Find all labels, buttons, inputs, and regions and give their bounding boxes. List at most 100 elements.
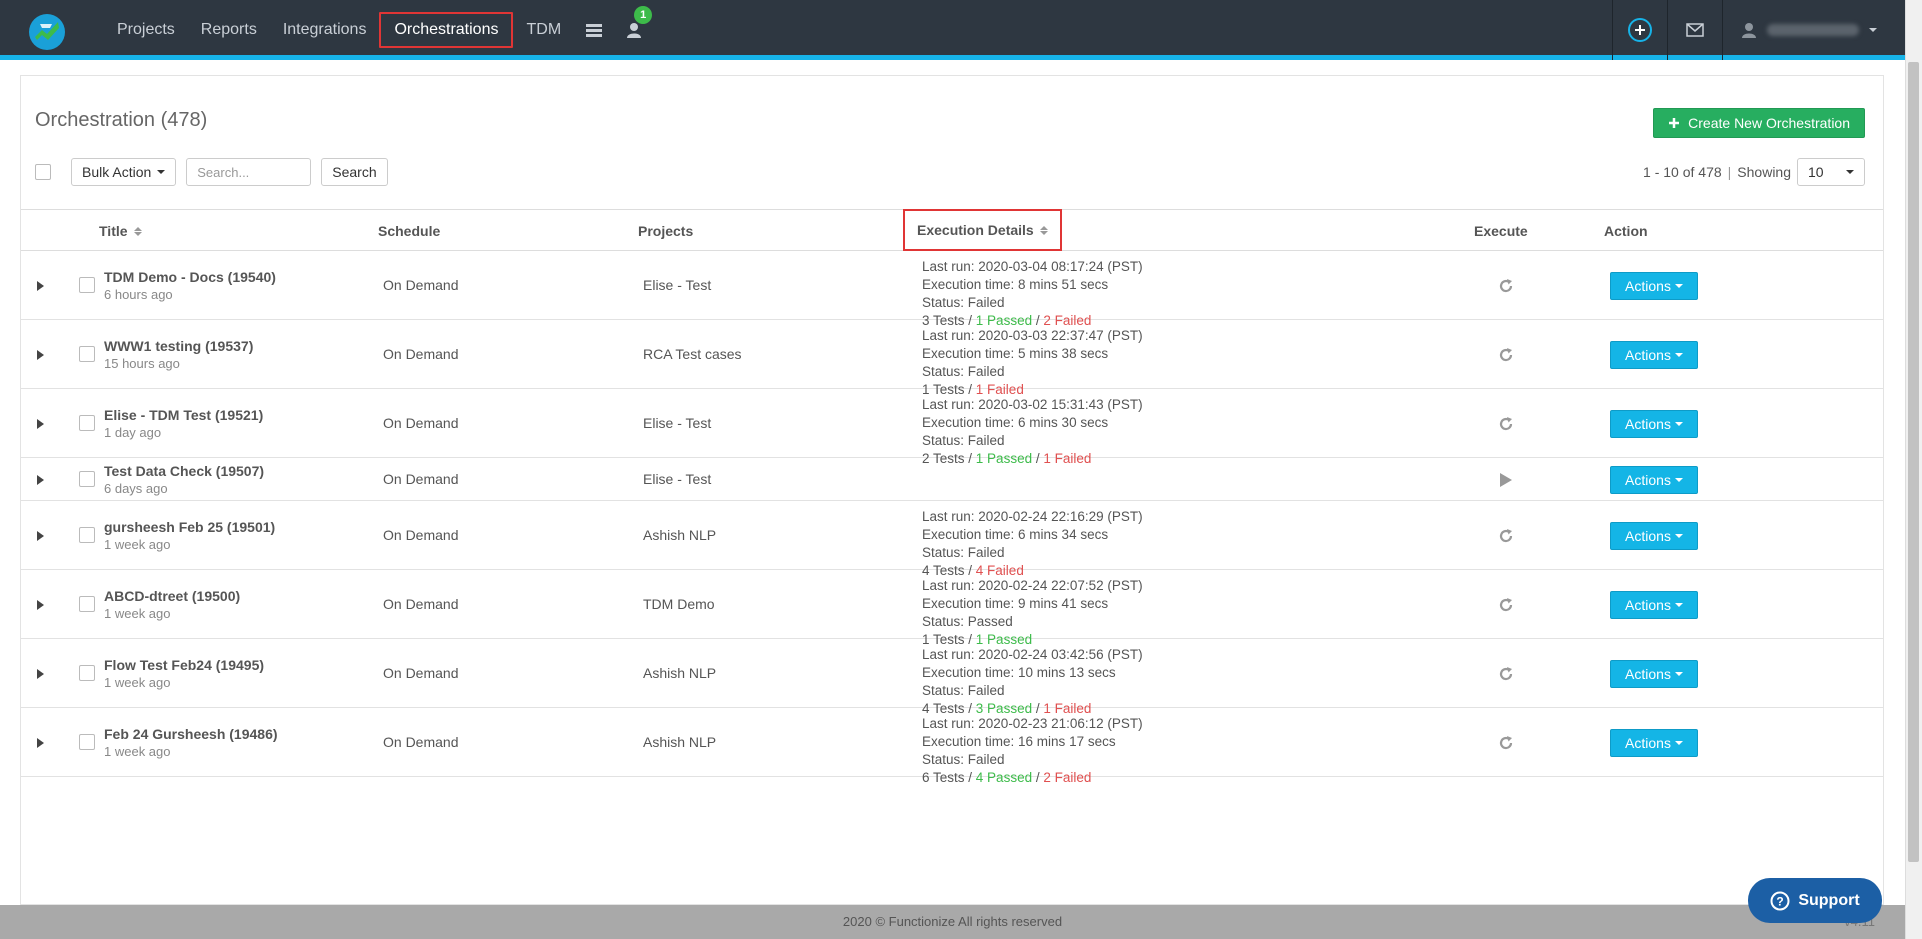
row-checkbox[interactable]	[79, 470, 95, 487]
orchestration-title[interactable]: Test Data Check (19507)	[104, 463, 264, 479]
execution-time: Execution time: 9 mins 41 secs	[922, 596, 1109, 611]
last-run: Last run: 2020-02-24 22:07:52 (PST)	[922, 578, 1143, 593]
column-title[interactable]: Title	[99, 223, 142, 239]
row-title-cell: TDM Demo - Docs (19540) 6 hours ago	[104, 269, 276, 302]
execution-status: Status: Failed	[922, 295, 1005, 310]
actions-dropdown-button[interactable]: Actions	[1610, 409, 1698, 438]
actions-label: Actions	[1625, 596, 1671, 613]
tests-count: 6 Tests	[922, 770, 965, 785]
play-icon[interactable]	[1495, 469, 1517, 491]
orchestration-title[interactable]: Elise - TDM Test (19521)	[104, 407, 263, 423]
refresh-icon[interactable]	[1495, 663, 1517, 685]
orchestration-title[interactable]: Feb 24 Gursheesh (19486)	[104, 726, 278, 742]
create-orchestration-button[interactable]: Create New Orchestration	[1653, 108, 1865, 138]
orchestration-age: 1 week ago	[104, 743, 171, 759]
orchestration-title[interactable]: WWW1 testing (19537)	[104, 338, 253, 354]
chevron-down-icon	[1869, 28, 1877, 32]
nav-projects[interactable]: Projects	[104, 12, 188, 48]
bulk-action-label: Bulk Action	[82, 164, 152, 180]
table-body: TDM Demo - Docs (19540) 6 hours ago On D…	[21, 251, 1883, 785]
expand-row-icon[interactable]	[37, 280, 44, 291]
refresh-icon[interactable]	[1495, 594, 1517, 616]
support-button[interactable]: ? Support	[1748, 878, 1882, 923]
actions-dropdown-button[interactable]: Actions	[1610, 521, 1698, 550]
project-cell: Elise - Test	[643, 276, 712, 293]
row-checkbox[interactable]	[79, 595, 95, 612]
notifications-user-icon[interactable]: 1	[614, 6, 654, 48]
expand-row-icon[interactable]	[37, 349, 44, 360]
actions-label: Actions	[1625, 665, 1671, 682]
add-button[interactable]	[1612, 0, 1667, 60]
refresh-icon[interactable]	[1495, 732, 1517, 754]
row-title-cell: Elise - TDM Test (19521) 1 day ago	[104, 407, 263, 440]
row-checkbox[interactable]	[79, 345, 95, 362]
page-scrollbar[interactable]	[1905, 0, 1922, 939]
functionize-logo[interactable]	[28, 13, 66, 51]
actions-dropdown-button[interactable]: Actions	[1610, 590, 1698, 619]
sort-icon	[1039, 225, 1048, 235]
row-checkbox[interactable]	[79, 276, 95, 293]
actions-dropdown-button[interactable]: Actions	[1610, 659, 1698, 688]
actions-dropdown-button[interactable]: Actions	[1610, 465, 1698, 494]
actions-dropdown-button[interactable]: Actions	[1610, 340, 1698, 369]
schedule-cell: On Demand	[383, 276, 459, 293]
last-run: Last run: 2020-03-02 15:31:43 (PST)	[922, 397, 1143, 412]
refresh-icon[interactable]	[1495, 344, 1517, 366]
execution-status: Status: Failed	[922, 545, 1005, 560]
passed-count[interactable]: 4 Passed	[976, 770, 1032, 785]
user-menu[interactable]	[1722, 0, 1905, 60]
actions-label: Actions	[1625, 277, 1671, 294]
row-title-cell: Test Data Check (19507) 6 days ago	[104, 463, 264, 496]
failed-count[interactable]: 2 Failed	[1043, 770, 1091, 785]
actions-dropdown-button[interactable]: Actions	[1610, 728, 1698, 757]
page-footer: 2020 © Functionize All rights reserved v…	[0, 905, 1905, 939]
expand-row-icon[interactable]	[37, 599, 44, 610]
refresh-icon[interactable]	[1495, 525, 1517, 547]
orchestration-title[interactable]: gursheesh Feb 25 (19501)	[104, 519, 275, 535]
search-button[interactable]: Search	[321, 158, 388, 186]
search-input[interactable]	[186, 158, 312, 186]
column-execution-details[interactable]: Execution Details	[903, 209, 1062, 251]
nav-tdm[interactable]: TDM	[513, 12, 574, 48]
orchestration-age: 1 week ago	[104, 674, 171, 690]
expand-row-icon[interactable]	[37, 474, 44, 485]
table-row: Flow Test Feb24 (19495) 1 week ago On De…	[21, 639, 1883, 716]
expand-row-icon[interactable]	[37, 418, 44, 429]
refresh-icon[interactable]	[1495, 413, 1517, 435]
last-run: Last run: 2020-02-24 03:42:56 (PST)	[922, 647, 1143, 662]
schedule-cell: On Demand	[383, 526, 459, 543]
support-label: Support	[1798, 891, 1860, 909]
orchestration-age: 15 hours ago	[104, 355, 180, 371]
schedule-cell: On Demand	[383, 470, 459, 487]
bulk-action-dropdown[interactable]: Bulk Action	[71, 158, 177, 186]
select-all-checkbox[interactable]	[35, 164, 51, 180]
nav-orchestrations[interactable]: Orchestrations	[379, 12, 514, 48]
row-checkbox[interactable]	[79, 526, 95, 543]
expand-row-icon[interactable]	[37, 737, 44, 748]
user-icon	[1742, 23, 1756, 38]
list-icon[interactable]	[574, 12, 614, 48]
page-size-select[interactable]: 10	[1797, 158, 1865, 186]
execution-status: Status: Failed	[922, 364, 1005, 379]
orchestration-age: 6 days ago	[104, 480, 168, 496]
orchestration-title[interactable]: Flow Test Feb24 (19495)	[104, 657, 264, 673]
orchestration-panel: Orchestration (478) Create New Orchestra…	[20, 75, 1884, 905]
row-checkbox[interactable]	[79, 414, 95, 431]
expand-row-icon[interactable]	[37, 530, 44, 541]
last-run: Last run: 2020-03-04 08:17:24 (PST)	[922, 259, 1143, 274]
messages-button[interactable]	[1667, 0, 1722, 60]
nav-integrations[interactable]: Integrations	[270, 12, 380, 48]
project-cell: Elise - Test	[643, 470, 712, 487]
orchestration-title[interactable]: TDM Demo - Docs (19540)	[104, 269, 276, 285]
row-checkbox[interactable]	[79, 664, 95, 681]
row-checkbox[interactable]	[79, 733, 95, 750]
project-cell: Ashish NLP	[643, 733, 717, 750]
actions-label: Actions	[1625, 527, 1671, 544]
expand-row-icon[interactable]	[37, 668, 44, 679]
refresh-icon[interactable]	[1495, 275, 1517, 297]
orchestration-title[interactable]: ABCD-dtreet (19500)	[104, 588, 240, 604]
scrollbar-thumb[interactable]	[1908, 62, 1919, 862]
sort-icon	[133, 226, 142, 236]
actions-dropdown-button[interactable]: Actions	[1610, 271, 1698, 300]
nav-reports[interactable]: Reports	[188, 12, 270, 48]
